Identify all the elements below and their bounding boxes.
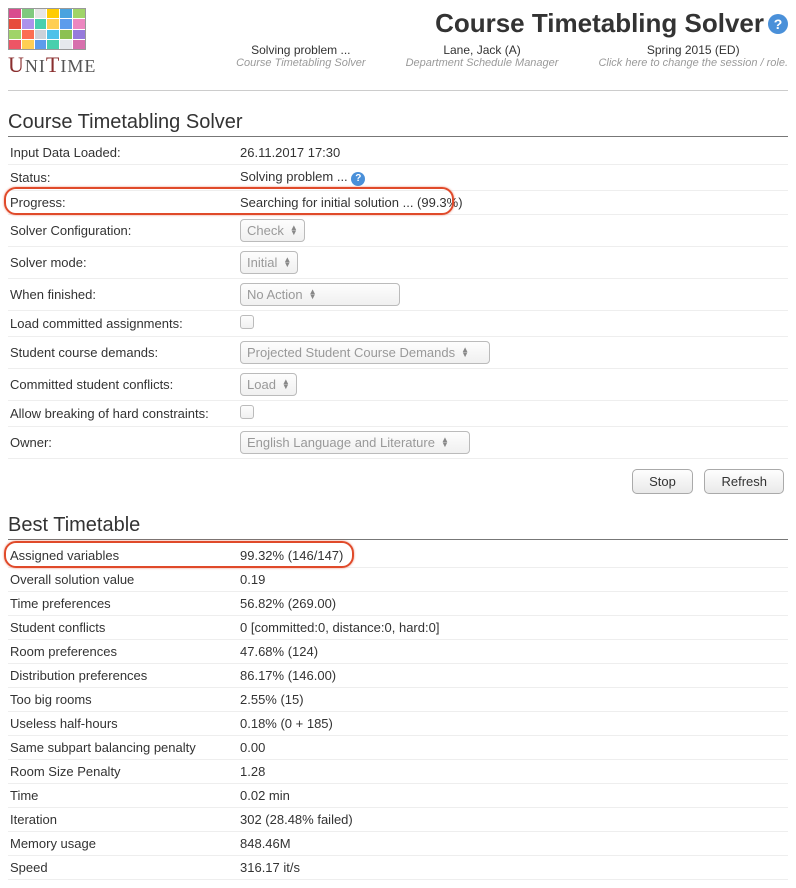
committed-conflicts-select[interactable]: Load ▲▼ [240,373,297,396]
row-room-size-penalty: Room Size Penalty 1.28 [8,759,788,783]
row-iteration: Iteration 302 (28.48% failed) [8,807,788,831]
row-distribution-preferences: Distribution preferences 86.17% (146.00) [8,663,788,687]
row-memory: Memory usage 848.46M [8,831,788,855]
row-room-preferences: Room preferences 47.68% (124) [8,639,788,663]
solver-mode-select[interactable]: Initial ▲▼ [240,251,298,274]
row-committed-conflicts: Committed student conflicts: Load ▲▼ [8,368,788,400]
row-overall-value: Overall solution value 0.19 [8,567,788,591]
row-subpart-penalty: Same subpart balancing penalty 0.00 [8,735,788,759]
context-session[interactable]: Spring 2015 (ED) Click here to change th… [598,43,788,69]
input-data-loaded-value: 26.11.2017 17:30 [238,141,788,165]
row-speed: Speed 316.17 it/s [8,855,788,879]
assigned-variables-value: 99.32% (146/147) [238,544,788,568]
allow-breaking-checkbox[interactable] [240,405,254,419]
row-student-course-demands: Student course demands: Projected Studen… [8,336,788,368]
row-solver-mode: Solver mode: Initial ▲▼ [8,246,788,278]
row-student-conflicts: Student conflicts 0 [committed:0, distan… [8,615,788,639]
page-title: Course Timetabling Solver [435,8,764,39]
chevron-updown-icon: ▲▼ [441,437,449,447]
solver-configuration-select[interactable]: Check ▲▼ [240,219,305,242]
help-icon[interactable]: ? [768,14,788,34]
row-progress: Progress: Searching for initial solution… [8,190,788,214]
chevron-updown-icon: ▲▼ [290,225,298,235]
section-title-best: Best Timetable [8,514,788,540]
refresh-button[interactable]: Refresh [704,469,784,494]
row-load-committed: Load committed assignments: [8,310,788,336]
row-owner: Owner: English Language and Literature ▲… [8,426,788,458]
chevron-updown-icon: ▲▼ [309,289,317,299]
logo[interactable]: UNITIME [8,8,96,78]
row-status: Status: Solving problem ... ? [8,165,788,191]
row-time-preferences: Time preferences 56.82% (269.00) [8,591,788,615]
row-assigned-variables: Assigned variables 99.32% (146/147) [8,544,788,568]
row-too-big-rooms: Too big rooms 2.55% (15) [8,687,788,711]
student-course-demands-select[interactable]: Projected Student Course Demands ▲▼ [240,341,490,364]
owner-select[interactable]: English Language and Literature ▲▼ [240,431,470,454]
logo-text: UNITIME [8,52,96,78]
row-allow-breaking: Allow breaking of hard constraints: [8,400,788,426]
row-useless-half-hours: Useless half-hours 0.18% (0 + 185) [8,711,788,735]
progress-value: Searching for initial solution ... (99.3… [238,190,788,214]
context-solving[interactable]: Solving problem ... Course Timetabling S… [236,43,366,69]
row-time: Time 0.02 min [8,783,788,807]
stop-button[interactable]: Stop [632,469,693,494]
chevron-updown-icon: ▲▼ [461,347,469,357]
when-finished-select[interactable]: No Action ▲▼ [240,283,400,306]
chevron-updown-icon: ▲▼ [283,257,291,267]
row-input-data-loaded: Input Data Loaded: 26.11.2017 17:30 [8,141,788,165]
chevron-updown-icon: ▲▼ [282,379,290,389]
section-title-solver: Course Timetabling Solver [8,111,788,137]
status-help-icon[interactable]: ? [351,172,365,186]
row-when-finished: When finished: No Action ▲▼ [8,278,788,310]
row-solver-configuration: Solver Configuration: Check ▲▼ [8,214,788,246]
load-committed-checkbox[interactable] [240,315,254,329]
context-user[interactable]: Lane, Jack (A) Department Schedule Manag… [406,43,559,69]
status-value: Solving problem ... [240,169,348,184]
